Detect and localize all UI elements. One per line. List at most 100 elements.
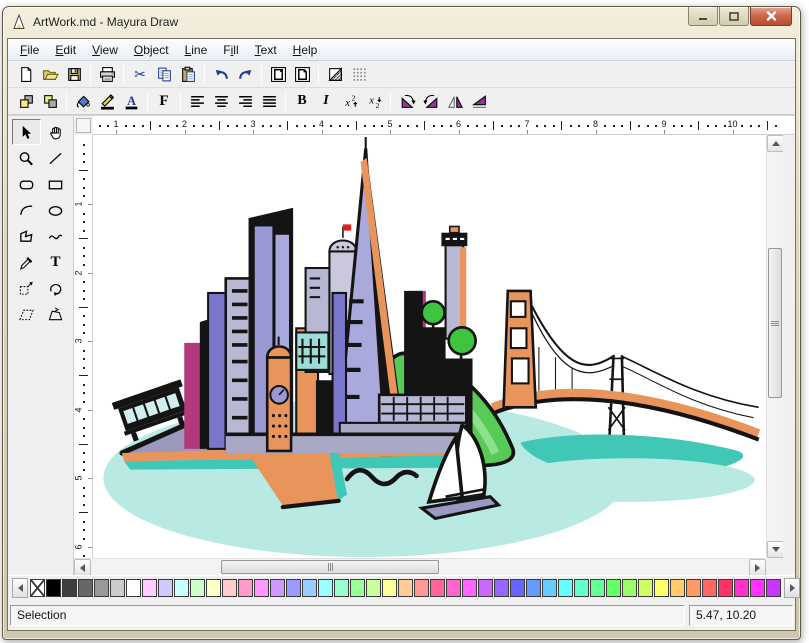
page-setup-button[interactable] <box>290 63 314 86</box>
color-swatch-ff99ff[interactable] <box>254 579 269 597</box>
pattern-fill-button[interactable] <box>323 63 347 86</box>
menu-text[interactable]: Text <box>247 41 285 59</box>
vertical-scroll-track[interactable] <box>767 152 783 541</box>
color-swatch-3f3f3f[interactable] <box>62 579 77 597</box>
italic-button[interactable]: I <box>314 90 338 113</box>
color-swatch-999999[interactable] <box>94 579 109 597</box>
pan-tool[interactable] <box>41 119 70 145</box>
align-left-button[interactable] <box>185 90 209 113</box>
color-swatch-99ff66[interactable] <box>622 579 637 597</box>
print-button[interactable] <box>95 63 119 86</box>
color-swatch-66ff99[interactable] <box>590 579 605 597</box>
flip-vertical-button[interactable] <box>467 90 491 113</box>
fill-color-button[interactable] <box>71 90 95 113</box>
color-swatch-ff33cc[interactable] <box>734 579 749 597</box>
color-swatch-ff3366[interactable] <box>718 579 733 597</box>
color-swatch-ccff99[interactable] <box>366 579 381 597</box>
ellipse-tool[interactable] <box>41 197 70 223</box>
rounded-rectangle-tool[interactable] <box>12 171 41 197</box>
color-swatch-99ccff[interactable] <box>302 579 317 597</box>
menu-edit[interactable]: Edit <box>47 41 84 59</box>
font-button[interactable]: F <box>152 90 176 113</box>
color-swatch-ff66ff[interactable] <box>462 579 477 597</box>
subscript-button[interactable]: x2 <box>362 90 386 113</box>
arc-tool[interactable] <box>12 197 41 223</box>
color-swatch-666666[interactable] <box>78 579 93 597</box>
color-swatch-ccff66[interactable] <box>638 579 653 597</box>
teal-water[interactable] <box>502 434 755 501</box>
send-to-back-button[interactable] <box>38 90 62 113</box>
superscript-button[interactable]: x2 <box>338 90 362 113</box>
color-swatch-ffffcc[interactable] <box>206 579 221 597</box>
color-swatch-ffccff[interactable] <box>142 579 157 597</box>
zoom-tool[interactable] <box>12 145 41 171</box>
align-right-button[interactable] <box>233 90 257 113</box>
horizontal-scroll-track[interactable] <box>91 559 749 575</box>
color-swatch-ff33ff[interactable] <box>750 579 765 597</box>
text-tool[interactable]: T <box>41 249 70 275</box>
right-buildings[interactable] <box>379 226 475 448</box>
golden-gate-bridge[interactable] <box>492 291 759 440</box>
color-swatch-ffcc66[interactable] <box>670 579 685 597</box>
color-swatch-ff6699[interactable] <box>430 579 445 597</box>
menu-view[interactable]: View <box>84 41 126 59</box>
horizontal-scroll-thumb[interactable] <box>221 560 439 574</box>
color-swatch-6699ff[interactable] <box>526 579 541 597</box>
palette-scroll-right-button[interactable] <box>784 578 800 598</box>
color-swatch-cc33ff[interactable] <box>766 579 781 597</box>
swatch-none[interactable] <box>30 579 45 597</box>
open-button[interactable] <box>38 63 62 86</box>
menu-file[interactable]: File <box>12 41 47 59</box>
maximize-button[interactable] <box>719 7 749 26</box>
horizontal-scrollbar[interactable] <box>74 558 766 575</box>
text-color-button[interactable]: A <box>119 90 143 113</box>
bring-to-front-button[interactable] <box>14 90 38 113</box>
color-swatch-ffcccc[interactable] <box>222 579 237 597</box>
canvas-artwork[interactable] <box>93 135 766 558</box>
color-swatch-9999ff[interactable] <box>286 579 301 597</box>
ferry-clock-tower[interactable] <box>267 337 291 451</box>
menu-object[interactable]: Object <box>126 41 177 59</box>
bold-button[interactable]: B <box>290 90 314 113</box>
undo-button[interactable] <box>209 63 233 86</box>
color-swatch-ccffff[interactable] <box>174 579 189 597</box>
scroll-left-button[interactable] <box>74 559 91 576</box>
color-swatch-ccffcc[interactable] <box>190 579 205 597</box>
color-swatch-000000[interactable] <box>46 579 61 597</box>
new-button[interactable] <box>14 63 38 86</box>
color-swatch-66ffff[interactable] <box>558 579 573 597</box>
menu-line[interactable]: Line <box>177 41 216 59</box>
color-swatch-ff66cc[interactable] <box>446 579 461 597</box>
menu-help[interactable]: Help <box>285 41 326 59</box>
scroll-up-button[interactable] <box>767 135 784 152</box>
flip-horizontal-button[interactable] <box>443 90 467 113</box>
rectangle-tool[interactable] <box>41 171 70 197</box>
color-swatch-6666ff[interactable] <box>510 579 525 597</box>
palette-scroll-left-button[interactable] <box>12 578 28 598</box>
perspective-tool[interactable] <box>41 301 70 327</box>
color-swatch-ff99cc[interactable] <box>238 579 253 597</box>
color-swatch-66ff66[interactable] <box>606 579 621 597</box>
vertical-scroll-thumb[interactable] <box>768 248 782 398</box>
align-center-button[interactable] <box>209 90 233 113</box>
redo-button[interactable] <box>233 63 257 86</box>
menu-fill[interactable]: Fill <box>215 41 246 59</box>
minimize-button[interactable] <box>688 7 718 26</box>
save-button[interactable] <box>62 63 86 86</box>
color-swatch-ff9999[interactable] <box>414 579 429 597</box>
vertical-scrollbar[interactable] <box>766 135 783 558</box>
color-swatch-ff6666[interactable] <box>702 579 717 597</box>
cut-button[interactable]: ✂ <box>128 63 152 86</box>
scroll-down-button[interactable] <box>767 541 784 558</box>
copy-button[interactable] <box>152 63 176 86</box>
color-swatch-99ff99[interactable] <box>350 579 365 597</box>
polygon-tool[interactable] <box>12 223 41 249</box>
color-swatch-ccccff[interactable] <box>158 579 173 597</box>
shear-tool[interactable] <box>12 301 41 327</box>
justify-button[interactable] <box>257 90 281 113</box>
line-tool[interactable] <box>41 145 70 171</box>
grid-toggle-button[interactable] <box>347 63 371 86</box>
color-swatch-ffffff[interactable] <box>126 579 141 597</box>
color-swatch-66ffcc[interactable] <box>574 579 589 597</box>
color-swatch-9966ff[interactable] <box>494 579 509 597</box>
